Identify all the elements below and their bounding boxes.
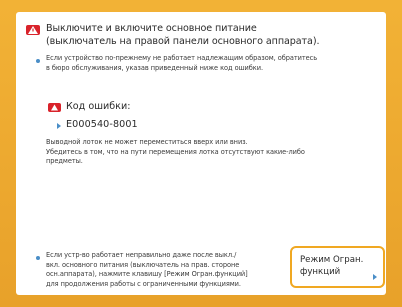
warning-icon xyxy=(26,25,40,35)
error-code-icon xyxy=(48,103,61,112)
error-description: Выводной лоток не может переместиться вв… xyxy=(46,138,305,165)
bullet-dot xyxy=(36,256,40,260)
arrow-right-icon xyxy=(373,274,377,280)
note-restricted-mode: Если устр-во работает неправильно даже п… xyxy=(46,251,248,288)
dialog-headline: Выключите и включите основное питание (в… xyxy=(46,23,320,47)
note-contact-service: Если устройство по-прежнему не работает … xyxy=(46,54,318,72)
restricted-mode-button-label: Режим Огран. функций xyxy=(300,255,364,277)
restricted-mode-button[interactable]: Режим Огран. функций xyxy=(290,246,385,288)
dialog-frame: Выключите и включите основное питание (в… xyxy=(0,0,402,307)
error-code-value: E000540-8001 xyxy=(66,119,138,130)
arrow-right-icon xyxy=(57,123,61,129)
error-code-label: Код ошибки: xyxy=(66,101,131,112)
bullet-dot xyxy=(36,59,40,63)
